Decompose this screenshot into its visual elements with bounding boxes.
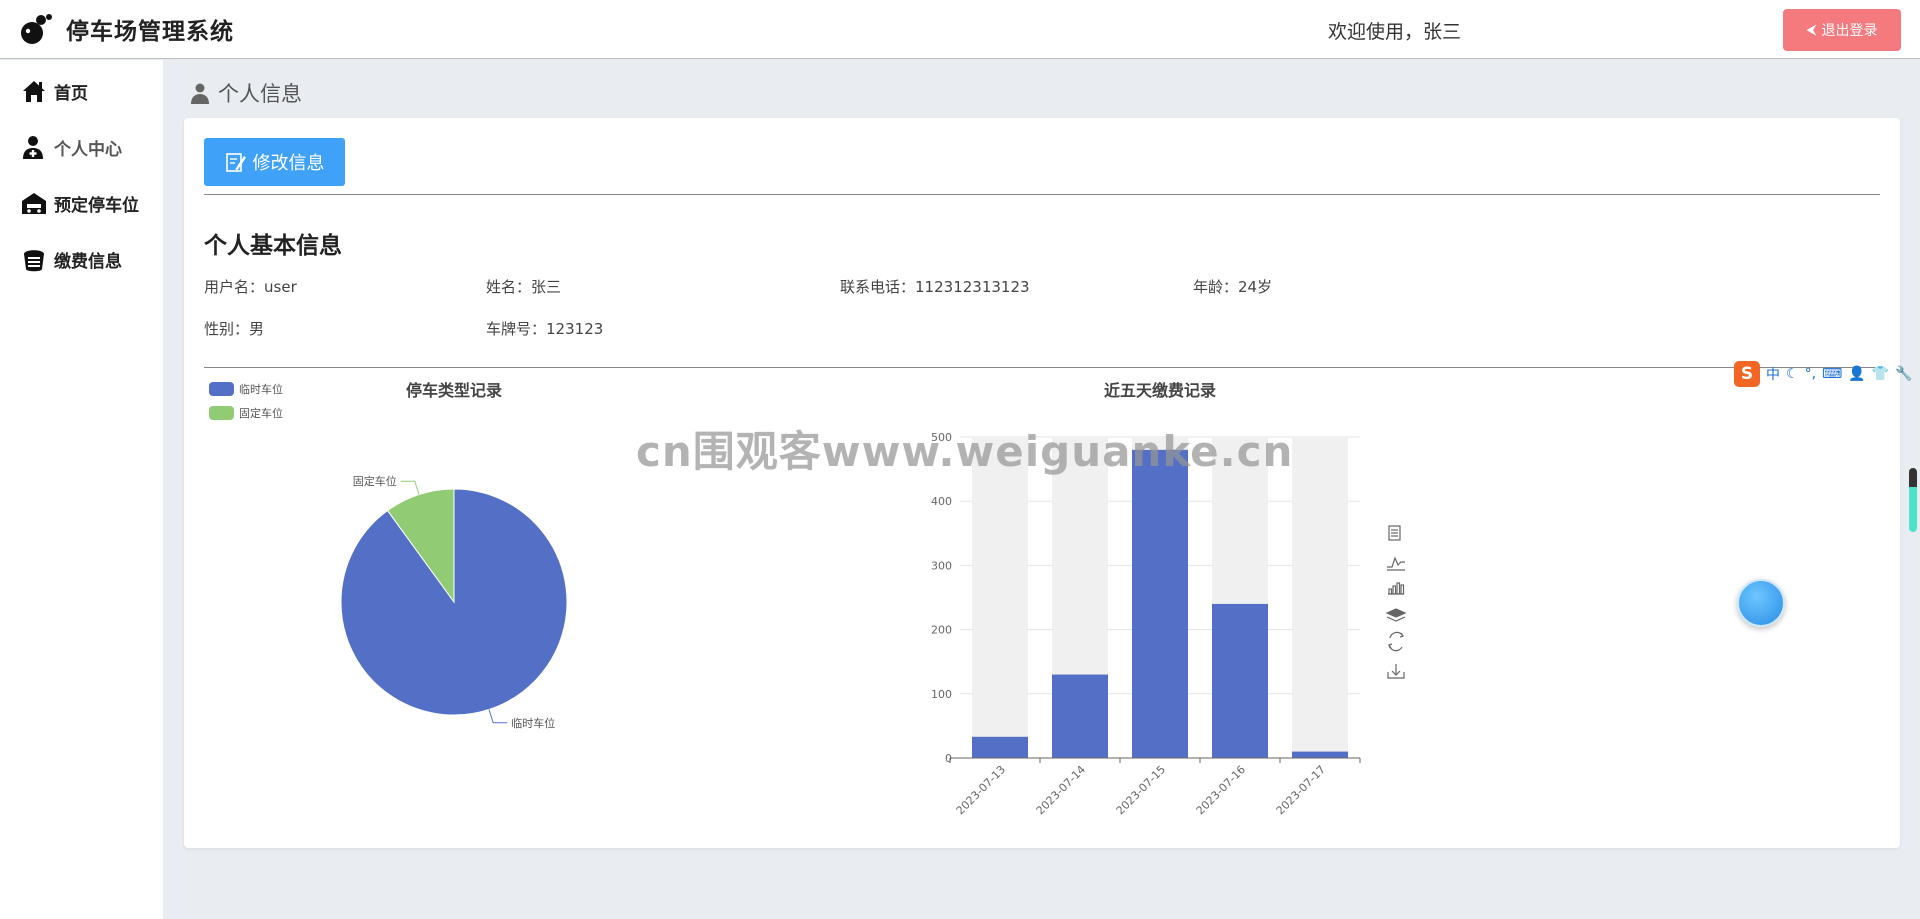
legend-swatch[interactable]	[209, 406, 234, 420]
sogou-logo-icon[interactable]: S	[1734, 361, 1760, 387]
watermark: cn围观客www.weiguanke.cn	[636, 427, 1294, 476]
ime-toolbar[interactable]: S 中 ☾ °, ⌨ 👤 👕 🔧	[1734, 360, 1920, 388]
wrench-icon[interactable]: 🔧	[1895, 366, 1912, 382]
x-tick-label: 2023-07-14	[1034, 763, 1088, 817]
bar[interactable]	[972, 736, 1028, 758]
bar[interactable]	[1292, 751, 1348, 758]
chart-toolbox	[1385, 525, 1407, 679]
y-tick-label: 100	[931, 688, 952, 701]
stack-icon[interactable]	[1385, 608, 1407, 622]
bar-chart-title: 近五天缴费记录	[1104, 381, 1216, 400]
pie-chart-title: 停车类型记录	[406, 381, 502, 400]
pie-leader-line	[488, 709, 508, 724]
pie-leader-line	[400, 480, 420, 495]
x-tick-label: 2023-07-16	[1194, 763, 1248, 817]
pie-chart: 停车类型记录 临时车位固定车位 临时车位固定车位	[209, 381, 568, 730]
shirt-icon[interactable]: 👕	[1872, 366, 1889, 382]
bar-background	[1292, 437, 1348, 758]
legend-swatch[interactable]	[209, 382, 234, 396]
bar-bars	[972, 449, 1348, 758]
download-icon[interactable]	[1387, 664, 1405, 679]
scroll-indicator[interactable]	[1909, 468, 1917, 532]
data-view-icon[interactable]	[1388, 525, 1401, 541]
bar[interactable]	[1212, 603, 1268, 758]
punctuation-icon[interactable]: °,	[1805, 366, 1816, 382]
pie-slice-label: 临时车位	[511, 716, 555, 730]
legend-label[interactable]: 固定车位	[239, 406, 283, 420]
ime-mode[interactable]: 中	[1766, 364, 1780, 384]
x-tick-label: 2023-07-13	[954, 763, 1008, 817]
bar[interactable]	[1052, 674, 1108, 758]
bar-chart-icon[interactable]	[1388, 582, 1405, 595]
line-chart-icon[interactable]	[1387, 556, 1405, 571]
pie-slices	[340, 488, 568, 716]
floating-assistant-ball[interactable]	[1737, 579, 1785, 627]
y-tick-label: 400	[931, 495, 952, 508]
pie-legend[interactable]: 临时车位固定车位	[209, 382, 283, 420]
x-tick-label: 2023-07-15	[1114, 763, 1168, 817]
pie-slice-label: 固定车位	[353, 474, 397, 488]
person-icon[interactable]: 👤	[1848, 366, 1865, 382]
legend-label[interactable]: 临时车位	[239, 382, 283, 396]
y-tick-label: 200	[931, 624, 952, 637]
x-tick-label: 2023-07-17	[1274, 763, 1328, 817]
restore-icon[interactable]	[1388, 631, 1404, 652]
moon-icon[interactable]: ☾	[1786, 366, 1799, 382]
keyboard-icon[interactable]: ⌨	[1822, 366, 1842, 382]
bar[interactable]	[1132, 449, 1188, 758]
y-tick-label: 300	[931, 559, 952, 572]
bar-background	[972, 437, 1028, 758]
